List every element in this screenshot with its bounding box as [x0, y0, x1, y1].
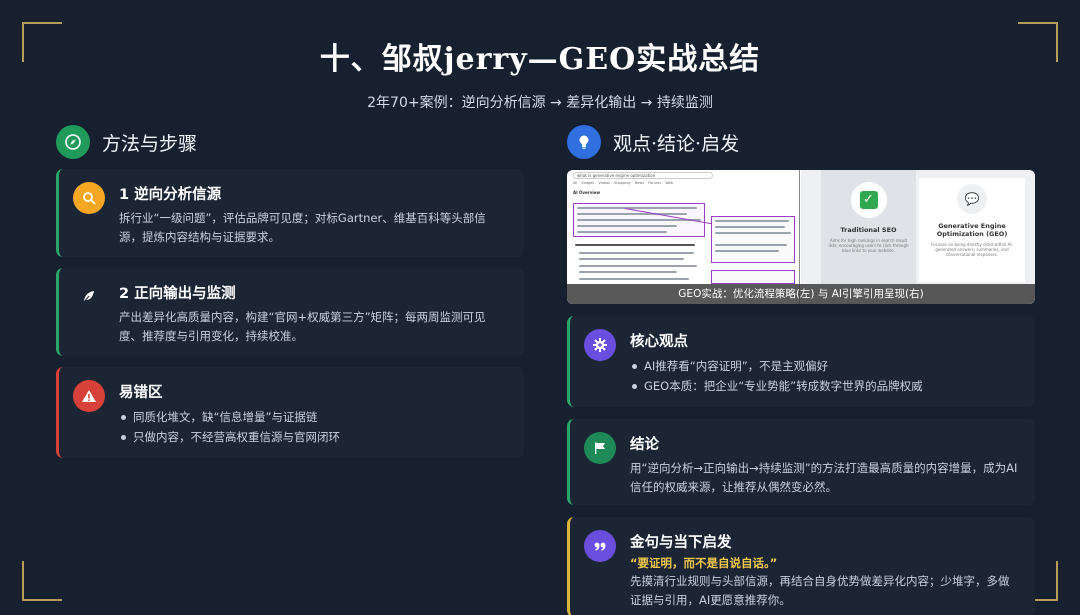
feather-icon — [73, 281, 105, 313]
text-line — [715, 220, 789, 222]
core-view-list: AI推荐看“内容证明”，不是主观偏好 GEO本质：把企业“专业势能”转成数字世界… — [630, 356, 1019, 396]
warning-icon — [73, 380, 105, 412]
page-title: 十、邹叔jerry—GEO实战总结 — [319, 42, 761, 77]
card-body: 用“逆向分析→正向输出→持续监测”的方法打造最高质量的内容增量，成为AI信任的权… — [630, 461, 1018, 494]
flag-icon — [584, 432, 616, 464]
card-title: 1 逆向分析信源 — [119, 187, 222, 203]
card-title: Generative Engine Optimization (GEO) — [936, 222, 1008, 238]
card-title: 结论 — [630, 437, 659, 453]
card-title: 核心观点 — [630, 334, 688, 350]
quote-card: 金句与当下启发 “要证明，而不是自说自话。” 先摸清行业规则与头部信源，再结合自… — [567, 517, 1035, 615]
text-line — [579, 271, 677, 273]
step-card-reverse-analysis: 1 逆向分析信源 拆行业“一级问题”，评估品牌可见度；对标Gartner、维基百… — [56, 169, 524, 257]
text-line — [575, 244, 695, 246]
text-line — [577, 231, 667, 233]
list-item: AI推荐看“内容证明”，不是主观偏好 — [630, 356, 1019, 376]
list-item: 同质化堆文，缺“信息增量”与证据链 — [119, 407, 508, 427]
gear-icon — [584, 329, 616, 361]
list-item: GEO本质：把企业“专业势能”转成数字世界的品牌权威 — [630, 376, 1019, 396]
highlight-box — [711, 216, 795, 263]
text-line — [715, 232, 791, 234]
compass-icon — [56, 125, 90, 159]
card-body: Aims for high rankings in search result … — [828, 238, 909, 253]
card-title: 易错区 — [119, 385, 163, 401]
step-card-forward-output: 2 正向输出与监测 产出差异化高质量内容，构建“官网+权威第三方”矩阵；每两周监… — [56, 268, 524, 356]
right-column-title: 观点·结论·启发 — [613, 132, 740, 155]
left-column-title: 方法与步骤 — [102, 132, 198, 155]
card-title: 金句与当下启发 — [630, 535, 732, 551]
card-body: 先摸清行业规则与头部信源，再结合自身优势做差异化内容；少堆字，多做证据与引用，A… — [630, 574, 1010, 607]
text-line — [579, 258, 684, 260]
card-title: Traditional SEO — [840, 226, 897, 234]
text-line — [715, 244, 787, 246]
card-body: Focuses on being directly cited within A… — [930, 242, 1014, 257]
geo-screenshot-figure: what is generative engine optimization A… — [567, 170, 1035, 304]
figure-caption: GEO实战：优化流程策略(左) 与 AI引擎引用呈现(右) — [567, 284, 1035, 304]
pitfalls-card: 易错区 同质化堆文，缺“信息增量”与证据链 只做内容，不经营高权重信源与官网闭环 — [56, 367, 524, 458]
list-item: 只做内容，不经营高权重信源与官网闭环 — [119, 427, 508, 447]
search-icon — [73, 182, 105, 214]
card-body: 拆行业“一级问题”，评估品牌可见度；对标Gartner、维基百科等头部信源，提炼… — [119, 211, 486, 244]
search-tabs: All Images Videos Shopping News Forums W… — [573, 181, 673, 185]
text-line — [577, 207, 697, 209]
search-input: what is generative engine optimization — [573, 172, 713, 179]
lightbulb-icon — [567, 125, 601, 159]
card-body: 产出差异化高质量内容，构建“官网+权威第三方”矩阵；每两周监测可见度、推荐度与引… — [119, 310, 486, 343]
ai-overview-label: AI Overview — [573, 190, 601, 195]
left-column-heading: 方法与步骤 — [56, 125, 197, 159]
quote-icon — [584, 530, 616, 562]
text-line — [579, 252, 694, 254]
text-line — [577, 225, 677, 227]
text-line — [577, 213, 687, 215]
pitfall-list: 同质化堆文，缺“信息增量”与证据链 只做内容，不经营高权重信源与官网闭环 — [119, 407, 508, 447]
card-title: 2 正向输出与监测 — [119, 286, 236, 302]
page-subtitle: 2年70+案例：逆向分析信源 → 差异化输出 → 持续监测 — [367, 95, 713, 111]
text-line — [579, 278, 689, 280]
geo-card: 💬 Generative Engine Optimization (GEO) F… — [919, 178, 1025, 282]
corner-ornament-bottom-left — [22, 561, 62, 601]
text-line — [715, 226, 785, 228]
conclusion-card: 结论 用“逆向分析→正向输出→持续监测”的方法打造最高质量的内容增量，成为AI信… — [567, 419, 1035, 505]
highlight-box — [711, 270, 795, 284]
right-column-heading: 观点·结论·启发 — [567, 125, 739, 159]
golden-quote: “要证明，而不是自说自话。” — [630, 556, 778, 570]
text-line — [579, 265, 697, 267]
text-line — [715, 250, 779, 252]
chat-bubble-icon: 💬 — [957, 184, 987, 214]
traditional-seo-card: ✓ Traditional SEO Aims for high rankings… — [821, 170, 916, 284]
core-view-card: 核心观点 AI推荐看“内容证明”，不是主观偏好 GEO本质：把企业“专业势能”转… — [567, 316, 1035, 407]
check-icon: ✓ — [850, 182, 887, 218]
